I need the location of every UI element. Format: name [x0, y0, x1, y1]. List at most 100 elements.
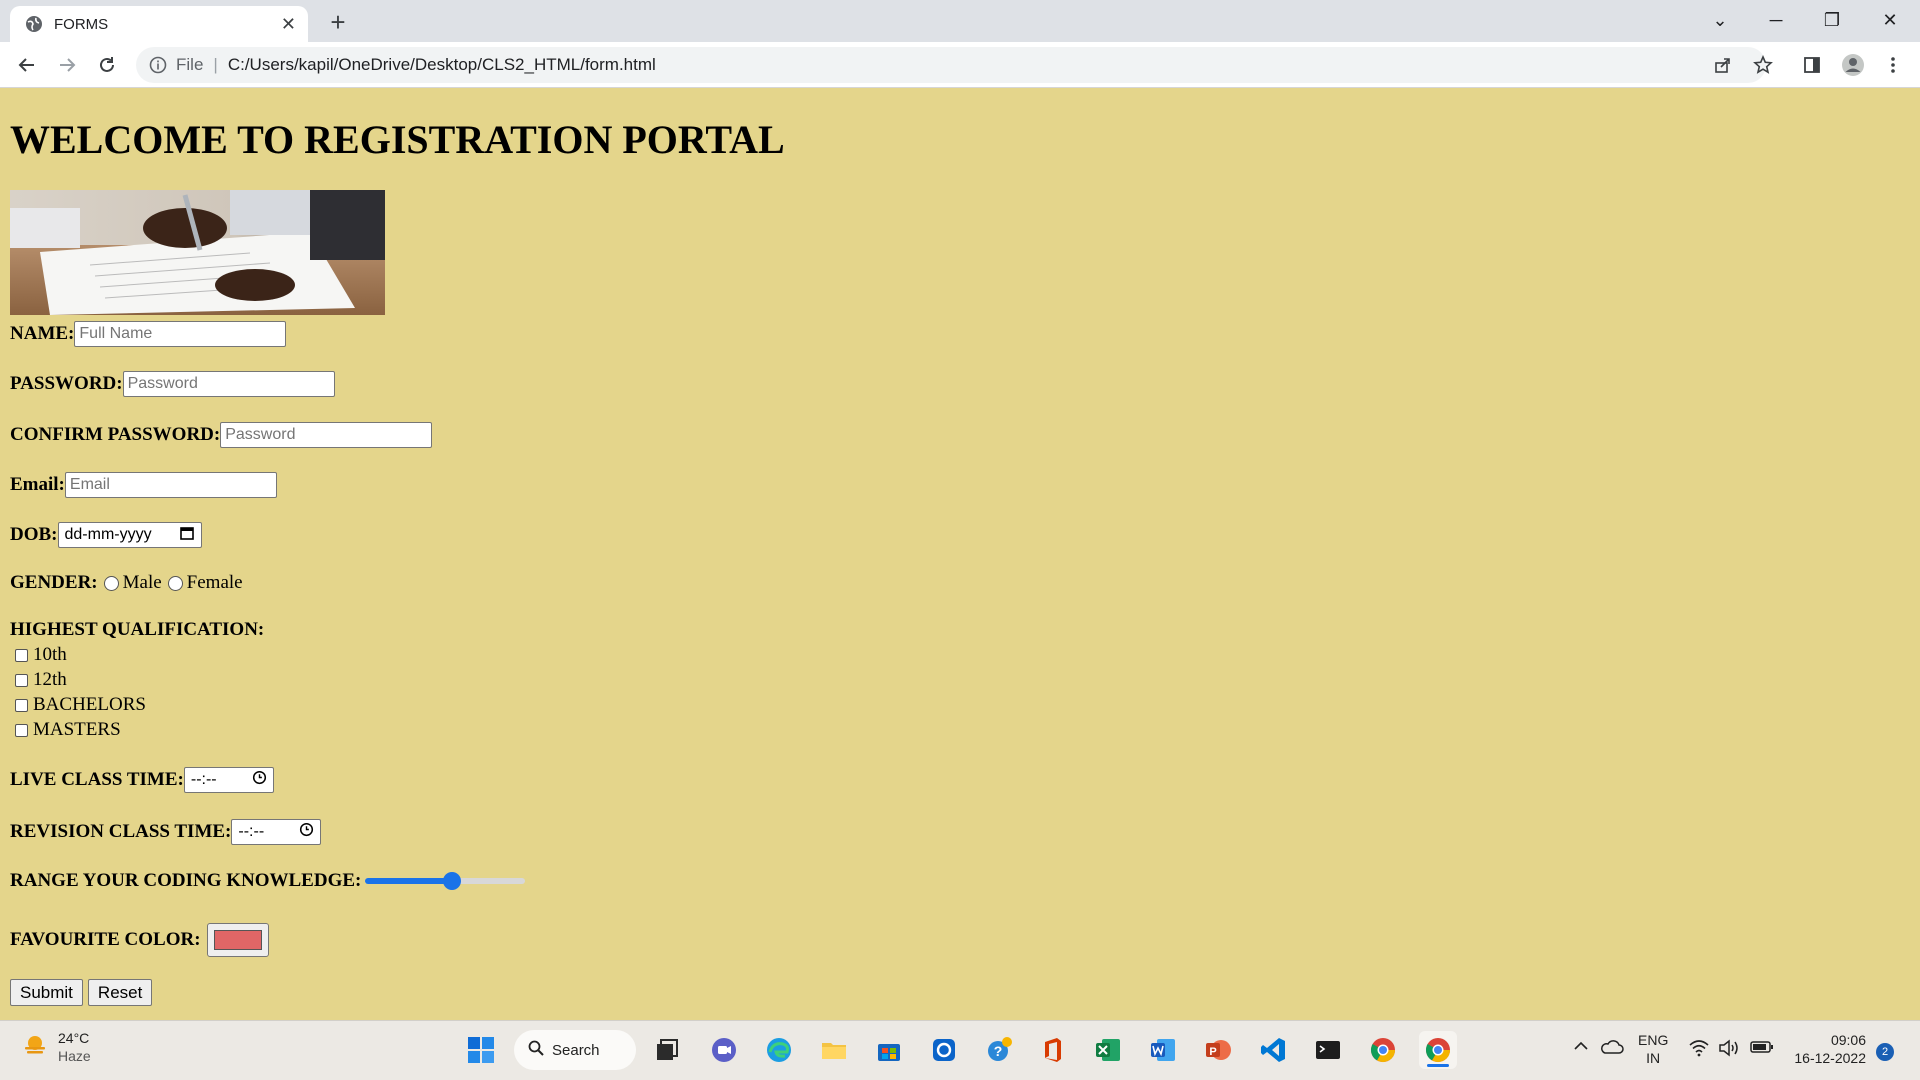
weather-widget[interactable]: 24°C Haze [22, 1029, 91, 1065]
task-view-icon[interactable] [648, 1031, 686, 1069]
share-icon[interactable] [1708, 50, 1738, 80]
full-name-input[interactable] [74, 321, 287, 347]
taskbar-search[interactable]: Search [514, 1030, 636, 1070]
favourite-color-picker[interactable] [206, 923, 269, 957]
start-windows-icon[interactable] [462, 1031, 500, 1069]
qualification-10th-checkbox[interactable] [15, 648, 28, 662]
show-hidden-icons-chevron-icon[interactable] [1572, 1039, 1590, 1057]
qualification-label: HIGHEST QUALIFICATION: [10, 619, 265, 640]
revision-class-time-placeholder: --:-- [238, 823, 265, 840]
new-tab-button[interactable]: + [322, 6, 354, 38]
coding-range-label: RANGE YOUR CODING KNOWLEDGE: [10, 870, 362, 891]
battery-icon[interactable] [1750, 1040, 1774, 1058]
info-icon[interactable] [148, 55, 168, 75]
color-swatch [213, 930, 262, 950]
profile-avatar-icon[interactable] [1838, 50, 1868, 80]
confirm-password-input[interactable] [220, 422, 433, 448]
clock-date: 16-12-2022 [1794, 1050, 1866, 1066]
get-help-icon[interactable]: ? [980, 1031, 1018, 1069]
side-panel-icon[interactable] [1797, 50, 1827, 80]
qualification-masters-checkbox[interactable] [15, 723, 28, 737]
email-input[interactable] [64, 472, 277, 498]
language-code: ENG [1638, 1032, 1669, 1048]
live-class-time-input[interactable]: --:-- [183, 767, 274, 793]
favourite-color-row: FAVOURITE COLOR: [10, 923, 269, 957]
powerpoint-icon[interactable]: P [1199, 1031, 1237, 1069]
form-buttons-row: Submit Reset [10, 979, 157, 1006]
minimize-button[interactable]: ─ [1748, 0, 1804, 40]
reload-icon[interactable] [92, 50, 122, 80]
volume-icon[interactable] [1718, 1039, 1740, 1061]
live-class-time-row: LIVE CLASS TIME: --:-- [10, 767, 274, 793]
qualification-12th-checkbox[interactable] [15, 673, 28, 687]
terminal-icon[interactable] [1309, 1031, 1347, 1069]
excel-icon[interactable] [1089, 1031, 1127, 1069]
close-window-button[interactable]: ✕ [1862, 0, 1918, 40]
restore-button[interactable]: ❐ [1804, 0, 1860, 40]
live-class-time-placeholder: --:-- [190, 771, 217, 788]
tab-search-chevron-icon[interactable]: ⌄ [1692, 0, 1748, 40]
coding-knowledge-slider[interactable] [365, 871, 526, 891]
qualification-option: MASTERS [10, 719, 121, 741]
slider-fill [365, 878, 453, 884]
qualification-bachelors-label: BACHELORS [33, 694, 146, 715]
svg-text:P: P [1209, 1046, 1216, 1058]
browser-tab[interactable]: FORMS ✕ [10, 6, 308, 42]
password-input[interactable] [122, 371, 335, 397]
office-icon[interactable] [1034, 1031, 1072, 1069]
browser-toolbar: File | C:/Users/kapil/OneDrive/Desktop/C… [0, 42, 1920, 88]
email-label: Email: [10, 474, 65, 495]
male-radio-label: Male [122, 572, 162, 593]
qualification-option: 12th [10, 669, 67, 691]
more-menu-icon[interactable] [1878, 50, 1908, 80]
gender-row: GENDER: Male Female [10, 572, 243, 594]
revision-class-time-input[interactable]: --:-- [231, 819, 322, 845]
bookmark-star-icon[interactable] [1748, 50, 1778, 80]
qualification-bachelors-checkbox[interactable] [15, 698, 28, 712]
browser-tab-bar: FORMS ✕ + ⌄ ─ ❐ ✕ [0, 0, 1920, 42]
back-arrow-icon[interactable] [12, 50, 42, 80]
confirm-password-row: CONFIRM PASSWORD: [10, 422, 433, 448]
notification-badge[interactable]: 2 [1876, 1043, 1894, 1061]
wifi-icon[interactable] [1688, 1039, 1710, 1061]
close-tab-icon[interactable]: ✕ [281, 14, 296, 35]
female-radio[interactable] [167, 575, 183, 591]
page-heading: WELCOME TO REGISTRATION PORTAL [10, 117, 785, 162]
forward-arrow-icon[interactable] [52, 50, 82, 80]
address-bar[interactable]: File | C:/Users/kapil/OneDrive/Desktop/C… [136, 47, 1766, 83]
onedrive-cloud-icon[interactable] [1600, 1039, 1624, 1059]
search-icon [528, 1040, 544, 1060]
name-row: NAME: [10, 321, 287, 347]
chrome-icon[interactable] [1364, 1031, 1402, 1069]
clock-time: 09:06 [1830, 1032, 1866, 1048]
slider-thumb[interactable] [443, 872, 462, 890]
male-radio[interactable] [103, 575, 119, 591]
language-indicator[interactable]: ENG IN [1638, 1031, 1668, 1067]
reset-button[interactable]: Reset [87, 979, 153, 1006]
globe-icon [24, 14, 44, 34]
clock[interactable]: 09:06 16-12-2022 [1790, 1031, 1866, 1067]
password-label: PASSWORD: [10, 373, 123, 394]
vscode-icon[interactable] [1254, 1031, 1292, 1069]
clock-icon[interactable] [299, 822, 314, 842]
file-explorer-icon[interactable] [815, 1031, 853, 1069]
name-label: NAME: [10, 323, 75, 344]
teams-chat-icon[interactable] [705, 1031, 743, 1069]
revision-class-time-row: REVISION CLASS TIME: --:-- [10, 819, 322, 845]
chrome-active-icon[interactable] [1419, 1031, 1457, 1069]
qualification-masters-label: MASTERS [33, 719, 121, 740]
calendar-icon[interactable] [179, 525, 195, 546]
region-code: IN [1646, 1050, 1661, 1066]
password-row: PASSWORD: [10, 371, 335, 397]
dob-date-input[interactable]: dd-mm-yyyy [57, 522, 202, 548]
clock-icon[interactable] [252, 770, 267, 790]
microsoft-store-icon[interactable] [870, 1031, 908, 1069]
copilot-app-icon[interactable] [925, 1031, 963, 1069]
word-icon[interactable] [1144, 1031, 1182, 1069]
coding-range-row: RANGE YOUR CODING KNOWLEDGE: [10, 870, 526, 892]
address-url-text: C:/Users/kapil/OneDrive/Desktop/CLS2_HTM… [227, 55, 656, 74]
gender-label: GENDER: [10, 572, 98, 593]
live-class-time-label: LIVE CLASS TIME: [10, 769, 184, 790]
edge-browser-icon[interactable] [760, 1031, 798, 1069]
submit-button[interactable]: Submit [10, 979, 83, 1006]
